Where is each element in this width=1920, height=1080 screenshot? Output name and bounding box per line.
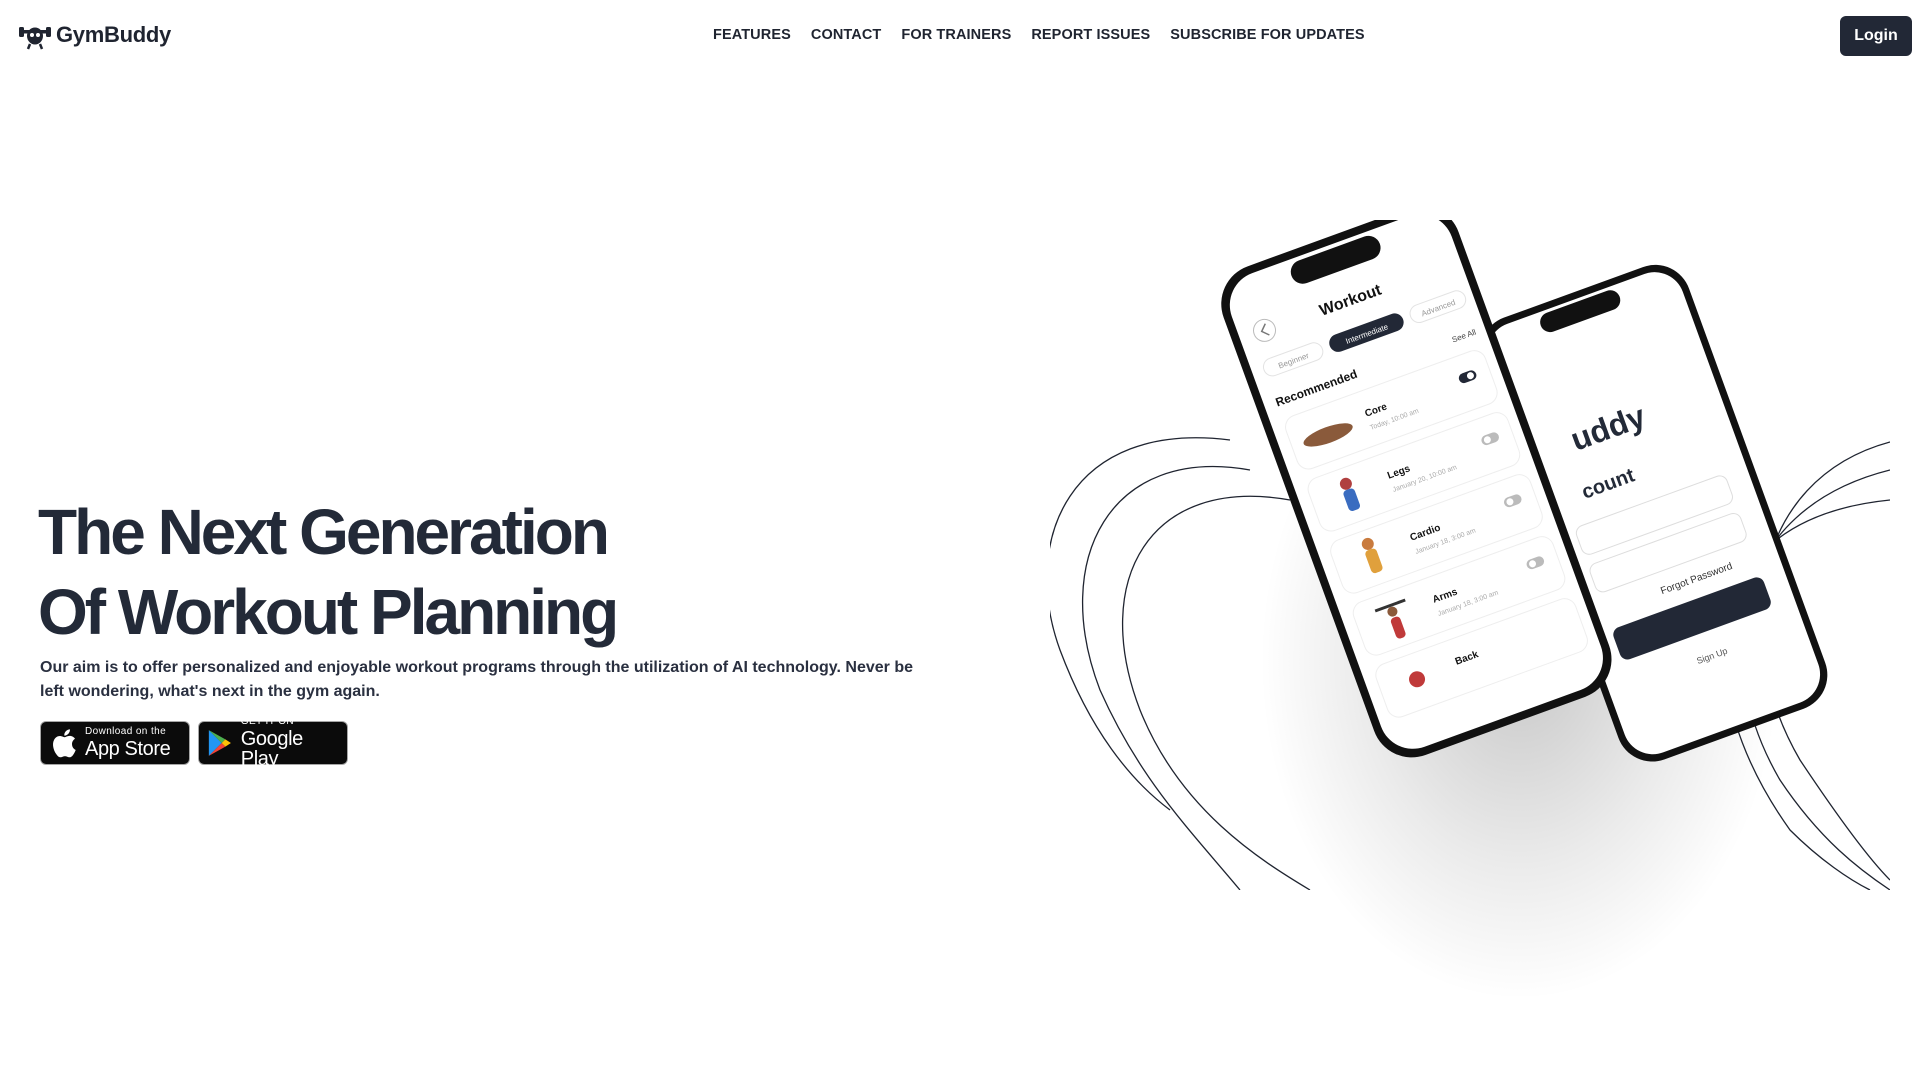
- app-store-big-label: App Store: [85, 738, 171, 760]
- nav-features[interactable]: FEATURES: [713, 27, 791, 43]
- google-play-badge[interactable]: GET IT ON Google Play: [198, 717, 348, 769]
- apple-icon: [53, 729, 76, 758]
- nav-contact[interactable]: CONTACT: [811, 27, 882, 43]
- login-button[interactable]: Login: [1840, 16, 1912, 56]
- hero-phones-illustration: uddy count Forgot Password Sign Up Worko…: [1050, 220, 1890, 1010]
- hero-illustration-svg: uddy count Forgot Password Sign Up Worko…: [1050, 220, 1890, 1000]
- nav-for-trainers[interactable]: FOR TRAINERS: [901, 27, 1011, 43]
- google-play-big-label: Google Play: [240, 728, 303, 770]
- app-store-badge[interactable]: Download on the App Store: [40, 721, 190, 765]
- hero-title: The Next Generation Of Workout Planning: [38, 492, 619, 652]
- app-store-small-label: Download on the: [85, 726, 167, 737]
- hero-description: Our aim is to offer personalized and enj…: [40, 659, 913, 700]
- dumbbell-mascot-icon: [19, 27, 51, 50]
- google-play-small-label: GET IT ON: [240, 716, 295, 727]
- store-badges: Download on the App Store GET IT ON Goog…: [40, 717, 348, 769]
- main-nav: FEATURES CONTACT FOR TRAINERS REPORT ISS…: [713, 26, 1365, 44]
- google-play-icon: [208, 730, 231, 756]
- nav-report-issues[interactable]: REPORT ISSUES: [1031, 27, 1150, 43]
- top-navbar: GymBuddy FEATURES CONTACT FOR TRAINERS R…: [0, 0, 1920, 72]
- brand-home-link[interactable]: GymBuddy: [18, 20, 171, 50]
- nav-subscribe[interactable]: SUBSCRIBE FOR UPDATES: [1170, 27, 1364, 43]
- hero-title-line-1: The Next Generation: [38, 496, 610, 568]
- brand-name: GymBuddy: [56, 22, 171, 47]
- hero-title-line-2: Of Workout Planning: [38, 576, 619, 648]
